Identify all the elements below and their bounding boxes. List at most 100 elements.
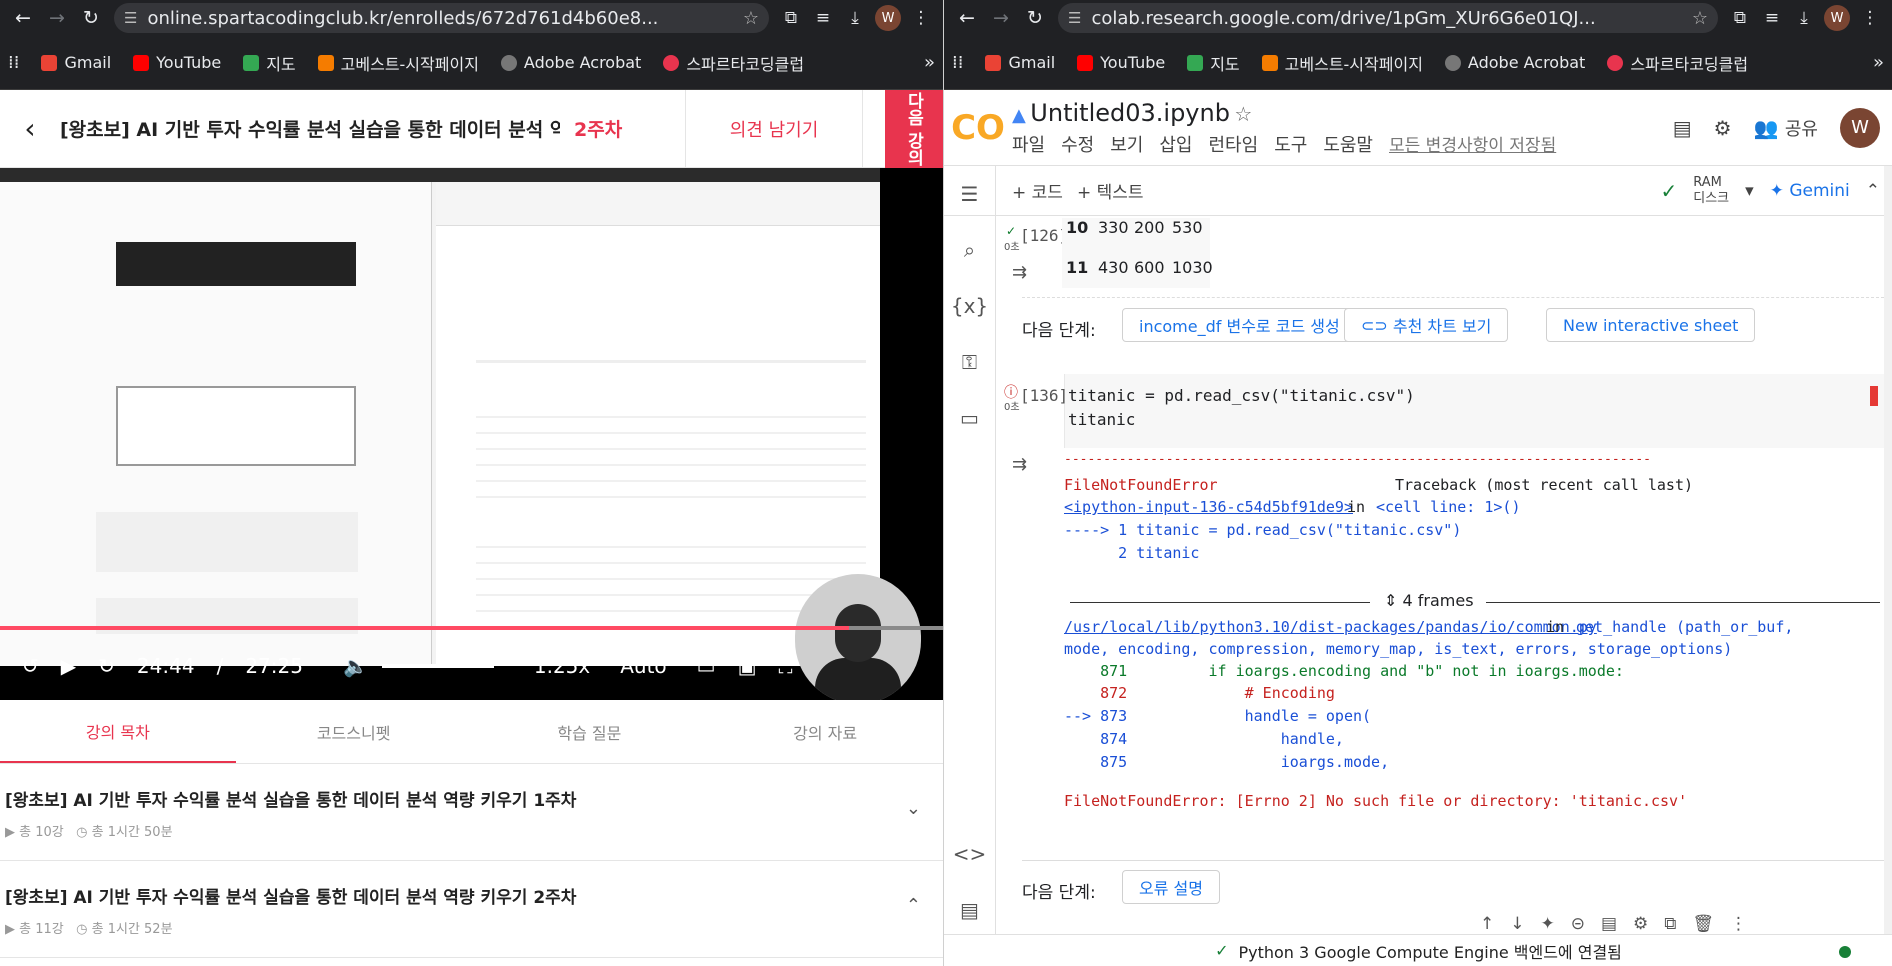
pip-icon[interactable]: ▣ <box>738 654 757 678</box>
key-icon[interactable]: ⚿ <box>944 334 995 390</box>
bookmark-map[interactable]: 지도 <box>1187 51 1240 75</box>
variables-icon[interactable]: {x} <box>944 278 995 334</box>
cell-actions[interactable]: ↑↓✦⊝▤⚙⧉🗑⋮ <box>1480 914 1763 934</box>
tab-materials[interactable]: 강의 자료 <box>707 700 943 763</box>
address-bar[interactable]: ☰ online.spartacodingclub.kr/enrolleds/6… <box>114 3 769 33</box>
bookmark-adobe[interactable]: Adobe Acrobat <box>500 53 641 72</box>
account-avatar[interactable]: W <box>1840 107 1880 148</box>
bookmark-youtube[interactable]: YouTube <box>133 53 221 72</box>
back-icon[interactable]: ← <box>950 7 984 29</box>
next-step-recommend-chart[interactable]: ⊂⊃ 추천 차트 보기 <box>1344 308 1509 342</box>
toc-icon[interactable]: ☰ <box>944 166 995 222</box>
week-item[interactable]: [왕초보] AI 기반 투자 수익률 분석 실습을 통한 데이터 분석 역량 키… <box>0 861 943 958</box>
chevron-down-icon[interactable]: ⌄ <box>906 798 921 819</box>
fullscreen-icon[interactable]: ⛶ <box>778 654 792 678</box>
menu-runtime[interactable]: 런타임 <box>1209 131 1259 157</box>
volume-icon[interactable]: 🔈 <box>343 654 368 678</box>
save-status[interactable]: 모든 변경사항이 저장됨 <box>1389 131 1556 157</box>
more-bookmarks-icon[interactable]: » <box>924 52 935 73</box>
tab-snippets[interactable]: 코드스니펫 <box>236 700 472 763</box>
bookmark-gmail[interactable]: Gmail <box>41 53 111 72</box>
reload-icon[interactable]: ↻ <box>74 7 108 29</box>
feedback-button[interactable]: 의견 남기기 <box>685 89 863 168</box>
folder-icon[interactable]: ▭ <box>944 390 995 446</box>
subtitles-icon[interactable]: ▭ <box>697 654 716 678</box>
menu-tools[interactable]: 도구 <box>1274 131 1307 157</box>
bookmark-sparta[interactable]: 스파르타코딩클럽 <box>1607 51 1748 75</box>
share-button[interactable]: 👥 공유 <box>1754 115 1818 141</box>
dropdown-icon[interactable]: ▾ <box>1745 181 1754 201</box>
comment-icon[interactable]: ▤ <box>1673 116 1692 140</box>
bookmark-map[interactable]: 지도 <box>243 51 296 75</box>
download-icon[interactable]: ⤓ <box>839 8 871 28</box>
more-bookmarks-icon[interactable]: » <box>1873 52 1884 73</box>
playback-speed[interactable]: 1.25x <box>534 654 590 678</box>
gemini-button[interactable]: ✦ Gemini <box>1770 181 1850 201</box>
apps-icon[interactable]: ⁞⁞ <box>8 52 19 73</box>
forward-icon[interactable]: → <box>40 7 74 29</box>
code-icon[interactable]: <> <box>944 826 995 882</box>
menu-insert[interactable]: 삽입 <box>1159 131 1192 157</box>
next-step-interactive-sheet[interactable]: New interactive sheet <box>1546 308 1756 342</box>
colab-logo[interactable]: CO <box>944 108 1012 148</box>
apps-icon[interactable]: ⁞⁞ <box>952 52 963 73</box>
input-link[interactable]: <ipython-input-136-c54d5bf91de9> <box>1064 498 1353 516</box>
collapse-icon[interactable]: ⌃ <box>1866 181 1880 201</box>
scrollbar[interactable] <box>1884 166 1892 934</box>
add-code-button[interactable]: + 코드 <box>1012 178 1063 203</box>
tab-curriculum[interactable]: 강의 목차 <box>0 700 236 763</box>
site-info-icon[interactable]: ☰ <box>124 9 137 27</box>
volume-slider[interactable] <box>381 664 494 668</box>
back-icon[interactable]: ← <box>6 7 40 29</box>
frames-toggle[interactable]: ⇕ 4 frames <box>1384 591 1474 610</box>
bookmark-star-icon[interactable]: ☆ <box>1692 8 1708 29</box>
forward-10-icon[interactable]: ↻ <box>98 654 115 678</box>
terminal-icon[interactable]: ▤ <box>944 882 995 938</box>
search-icon[interactable]: ⌕ <box>944 222 995 278</box>
bookmark-sparta[interactable]: 스파르타코딩클럽 <box>663 51 804 75</box>
star-icon[interactable]: ☆ <box>1234 102 1252 126</box>
menu-help[interactable]: 도움말 <box>1323 131 1373 157</box>
rewind-10-icon[interactable]: ↺ <box>22 654 39 678</box>
reload-icon[interactable]: ↻ <box>1018 7 1052 29</box>
notebook-title[interactable]: Untitled03.ipynb <box>1030 99 1230 127</box>
menu-icon[interactable]: ⋮ <box>905 8 937 28</box>
quality-selector[interactable]: Auto <box>620 654 666 678</box>
bookmark-gobest[interactable]: 고베스트-시작페이지 <box>1261 51 1423 75</box>
download-icon[interactable]: ⤓ <box>1788 8 1820 28</box>
tab-questions[interactable]: 학습 질문 <box>472 700 708 763</box>
forward-icon[interactable]: → <box>984 7 1018 29</box>
video-progress-bar[interactable] <box>0 626 943 630</box>
runtime-status[interactable]: ✓ Python 3 Google Compute Engine 백엔드에 연결… <box>944 934 1892 966</box>
output-icon[interactable]: ⇉ <box>1012 454 1027 475</box>
bookmark-gmail[interactable]: Gmail <box>985 53 1055 72</box>
video-player[interactable]: ↺ ▶ ↻ 24:44 / 27:25 🔈 1.25x Auto ▭ ▣ ⛶ <box>0 168 943 700</box>
play-icon[interactable]: ▶ <box>61 654 76 678</box>
menu-icon[interactable]: ⋮ <box>1854 8 1886 28</box>
bookmark-star-icon[interactable]: ☆ <box>743 8 759 29</box>
back-arrow-icon[interactable]: ‹ <box>0 112 60 145</box>
extensions-icon[interactable]: ⧉ <box>775 8 807 28</box>
gear-icon[interactable]: ⚙ <box>1714 116 1732 140</box>
explain-error-button[interactable]: 오류 설명 <box>1122 870 1220 904</box>
week-item[interactable]: [왕초보] AI 기반 투자 수익률 분석 실습을 통한 데이터 분석 역량 키… <box>0 764 943 861</box>
profile-avatar[interactable]: W <box>875 5 901 31</box>
chevron-up-icon[interactable]: ⌃ <box>906 895 921 916</box>
resource-meter[interactable]: RAM 디스크 <box>1693 175 1729 207</box>
next-step-generate-code[interactable]: income_df 변수로 코드 생성 <box>1122 308 1357 342</box>
next-lecture-button[interactable]: 다음 강의 <box>885 89 943 168</box>
profile-avatar[interactable]: W <box>1824 5 1850 31</box>
address-bar[interactable]: ☰ colab.research.google.com/drive/1pGm_X… <box>1058 3 1718 33</box>
file-link[interactable]: /usr/local/lib/python3.10/dist-packages/… <box>1064 618 1597 636</box>
bookmark-adobe[interactable]: Adobe Acrobat <box>1444 53 1585 72</box>
menu-view[interactable]: 보기 <box>1110 131 1143 157</box>
bookmark-youtube[interactable]: YouTube <box>1077 53 1165 72</box>
output-icon[interactable]: ⇉ <box>1012 262 1027 283</box>
extensions-icon[interactable]: ⧉ <box>1724 8 1756 28</box>
bookmark-gobest[interactable]: 고베스트-시작페이지 <box>317 51 479 75</box>
add-text-button[interactable]: + 텍스트 <box>1077 178 1144 203</box>
media-icon[interactable]: ≡ <box>807 8 839 28</box>
menu-edit[interactable]: 수정 <box>1061 131 1094 157</box>
media-icon[interactable]: ≡ <box>1756 8 1788 28</box>
menu-file[interactable]: 파일 <box>1012 131 1045 157</box>
